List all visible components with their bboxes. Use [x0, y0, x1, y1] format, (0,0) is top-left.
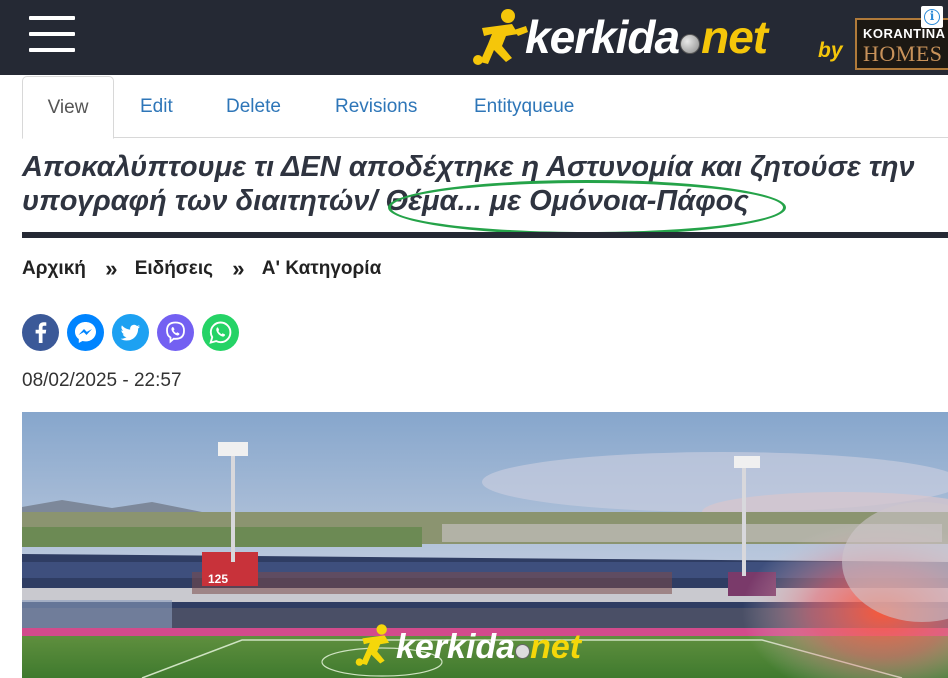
breadcrumb-news[interactable]: Ειδήσεις	[135, 258, 213, 280]
article-date: 08/02/2025 - 22:57	[22, 370, 182, 391]
messenger-icon	[75, 322, 96, 343]
scoreboard-number: 125	[208, 572, 229, 586]
twitter-icon	[120, 324, 140, 341]
breadcrumb-separator: »	[105, 256, 118, 281]
logo-by-text: by	[818, 39, 843, 62]
soccer-ball-icon	[515, 644, 531, 659]
article-hero-image: kerkida net 125	[22, 412, 948, 678]
soccer-ball-icon	[680, 34, 701, 54]
twitter-share-button[interactable]	[112, 314, 149, 351]
title-divider	[22, 232, 948, 238]
info-icon: i	[924, 9, 940, 25]
watermark-word-yellow: net	[530, 628, 582, 666]
logo-wordmark: kerkida net	[525, 11, 768, 63]
messenger-share-button[interactable]	[67, 314, 104, 351]
menu-line	[29, 16, 75, 20]
sponsor-line1: KORANTINA	[863, 26, 946, 41]
ad-info-button[interactable]: i	[921, 6, 943, 28]
site-logo[interactable]: kerkida net by	[468, 4, 848, 70]
viber-share-button[interactable]	[157, 314, 194, 351]
admin-tabs: View Edit Delete Revisions Entityqueue	[22, 76, 948, 139]
logo-word-yellow: net	[701, 11, 768, 63]
facebook-icon	[35, 322, 47, 343]
tab-revisions[interactable]: Revisions	[335, 76, 417, 138]
viber-icon	[166, 321, 185, 344]
whatsapp-share-button[interactable]	[202, 314, 239, 351]
breadcrumb: Αρχική » Ειδήσεις » Α' Κατηγορία	[22, 256, 381, 282]
article-title-line1: Αποκαλύπτουμε τι ΔΕΝ αποδέχτηκε η Αστυνο…	[22, 151, 915, 183]
tab-view[interactable]: View	[22, 76, 114, 139]
breadcrumb-category[interactable]: Α' Κατηγορία	[262, 258, 381, 280]
tab-entityqueue[interactable]: Entityqueue	[474, 76, 574, 138]
watermark-wordmark: kerkida net	[396, 628, 581, 667]
tab-delete[interactable]: Delete	[226, 76, 281, 138]
site-header: kerkida net by KORANTINA HOMES i	[0, 0, 948, 75]
facebook-share-button[interactable]	[22, 314, 59, 351]
logo-word-white: kerkida	[525, 11, 680, 63]
runner-icon	[355, 624, 390, 666]
breadcrumb-home[interactable]: Αρχική	[22, 258, 86, 280]
whatsapp-icon	[209, 321, 232, 344]
runner-icon	[473, 9, 528, 65]
menu-line	[29, 32, 75, 36]
highlight-circle-annotation	[388, 180, 786, 235]
watermark-word-white: kerkida	[396, 628, 516, 666]
sponsor-line2: HOMES	[863, 41, 943, 66]
breadcrumb-separator: »	[232, 256, 245, 281]
menu-line	[29, 48, 75, 52]
tab-edit[interactable]: Edit	[140, 76, 173, 138]
hamburger-menu-icon[interactable]	[29, 16, 75, 54]
